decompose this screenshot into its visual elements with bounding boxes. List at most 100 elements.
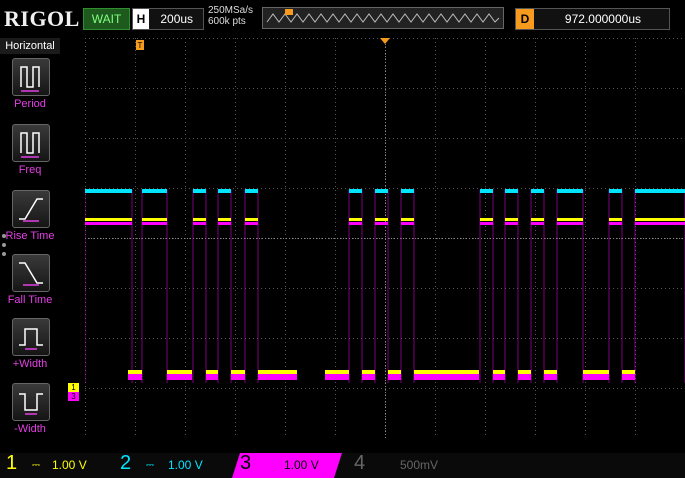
menu-item-label: Freq — [18, 164, 42, 176]
ch3-level-marker[interactable]: 3 — [68, 392, 79, 401]
memory-waveform — [266, 9, 500, 23]
ch1-trace-segment — [349, 218, 362, 221]
channel-number: 3 — [240, 452, 252, 474]
channel-3-tab[interactable]: 3 1.00 V — [232, 452, 342, 478]
frequency-icon — [12, 124, 50, 162]
ch2-trace-segment — [245, 189, 258, 193]
ch3-trace-low-segment — [544, 374, 557, 380]
acquisition-info: 250MSa/s 600k pts — [208, 5, 253, 27]
ch3-trace-low-segment — [258, 374, 297, 380]
menu-item-freq[interactable]: Freq — [0, 124, 60, 186]
ch3-trace-low-segment — [325, 374, 349, 380]
ch3-trace-segment — [505, 222, 518, 225]
waveform-display[interactable]: T — [85, 38, 685, 438]
ch1-trace-segment — [193, 218, 206, 221]
channel-4-tab[interactable]: 4 500mV — [348, 452, 463, 478]
ch2-trace-segment — [218, 189, 231, 193]
ch2-trace-segment — [480, 189, 493, 193]
horizontal-letter: H — [133, 9, 149, 29]
ch3-trace-segment — [609, 222, 622, 225]
ch3-trace-segment — [557, 222, 583, 225]
ch1-trace-low-segment — [362, 370, 375, 374]
ch1-trace-low-segment — [167, 370, 192, 374]
ch3-trace-low-segment — [231, 374, 245, 380]
memory-depth: 600k pts — [208, 16, 246, 27]
ch3-trace-segment — [218, 222, 231, 225]
sample-rate: 250MSa/s — [208, 5, 254, 16]
ch2-trace-segment — [505, 189, 518, 193]
channel-1-tab[interactable]: 1 ⎓ 1.00 V — [0, 452, 115, 478]
ch2-trace-segment — [531, 189, 544, 193]
ch3-trace-low-segment — [128, 374, 142, 380]
menu-title: Horizontal — [0, 38, 60, 54]
channel-bar: 1 ⎓ 1.00 V 2 ⎓ 1.00 V 3 1.00 V 4 500mV — [0, 452, 685, 478]
ch3-trace-low-segment — [167, 374, 192, 380]
ch1-trace-segment — [557, 218, 583, 221]
delay-box[interactable]: D 972.000000us — [515, 8, 670, 30]
ch3-trace-segment — [142, 222, 167, 225]
ch1-trace-low-segment — [206, 370, 218, 374]
memory-overview-bar[interactable] — [262, 7, 504, 29]
channel-number: 4 — [354, 452, 366, 474]
menu-item-label: Period — [14, 98, 46, 110]
ch3-trace-low-segment — [388, 374, 401, 380]
ch2-trace-segment — [635, 189, 685, 193]
menu-item-label: Rise Time — [5, 230, 55, 242]
ch1-trace-segment — [85, 218, 132, 221]
ch2-trace-segment — [375, 189, 388, 193]
trigger-marker[interactable]: T — [136, 40, 144, 50]
menu-item-rise-time[interactable]: Rise Time — [0, 190, 60, 252]
trigger-marker-label: T — [138, 41, 143, 50]
ch3-trace-segment — [245, 222, 258, 225]
channel-scale: 1.00 V — [52, 458, 87, 472]
ch3-trace-low-segment — [493, 374, 505, 380]
ch1-trace-low-segment — [128, 370, 142, 374]
ch1-trace-segment — [609, 218, 622, 221]
menu-item-negative-width[interactable]: -Width — [0, 383, 60, 445]
ch1-trace-segment — [531, 218, 544, 221]
ch3-trace-segment — [375, 222, 388, 225]
ch3-trace-segment — [349, 222, 362, 225]
ch3-trace-low-segment — [518, 374, 531, 380]
dc-coupling-icon: ⎓ — [32, 460, 40, 471]
ch1-trace-segment — [375, 218, 388, 221]
ch1-trace-low-segment — [622, 370, 635, 374]
run-status-badge[interactable]: WAIT — [83, 8, 130, 30]
ch2-trace-segment — [609, 189, 622, 193]
ch1-trace-segment — [245, 218, 258, 221]
channel-number: 1 — [6, 452, 18, 474]
trigger-position-icon — [285, 9, 293, 15]
channel-2-tab[interactable]: 2 ⎓ 1.00 V — [116, 452, 231, 478]
period-icon — [12, 58, 50, 96]
ch1-level-marker[interactable]: 1 — [68, 383, 79, 392]
ch1-trace-segment — [480, 218, 493, 221]
menu-item-period[interactable]: Period — [0, 58, 60, 120]
timebase-box[interactable]: H 200us — [132, 8, 204, 30]
menu-item-positive-width[interactable]: +Width — [0, 318, 60, 380]
channel-scale: 1.00 V — [168, 458, 203, 472]
ch1-trace-segment — [218, 218, 231, 221]
ch1-trace-low-segment — [325, 370, 349, 374]
ch3-trace-segment — [193, 222, 206, 225]
ch2-trace-segment — [193, 189, 206, 193]
ch3-trace-low-segment — [206, 374, 218, 380]
ch1-trace-low-segment — [583, 370, 609, 374]
delay-value: 972.000000us — [564, 12, 641, 26]
ch3-trace-segment — [531, 222, 544, 225]
channel-scale: 500mV — [400, 458, 439, 472]
negative-width-icon — [12, 383, 50, 421]
dc-coupling-icon: ⎓ — [146, 460, 154, 471]
ch2-trace-segment — [349, 189, 362, 193]
ch1-trace-low-segment — [518, 370, 531, 374]
ch1-trace-segment — [401, 218, 414, 221]
channel-number: 2 — [120, 452, 132, 474]
menu-item-fall-time[interactable]: Fall Time — [0, 254, 60, 316]
positive-width-icon — [12, 318, 50, 356]
ch3-trace-low-segment — [414, 374, 479, 380]
ch3-trace-low-segment — [362, 374, 375, 380]
ch1-trace-low-segment — [493, 370, 505, 374]
menu-item-label: -Width — [14, 423, 46, 435]
ch3-trace-segment — [480, 222, 493, 225]
brand-logo: RIGOL — [4, 6, 80, 31]
top-bar: RIGOL WAIT H 200us 250MSa/s 600k pts D 9… — [0, 0, 685, 36]
